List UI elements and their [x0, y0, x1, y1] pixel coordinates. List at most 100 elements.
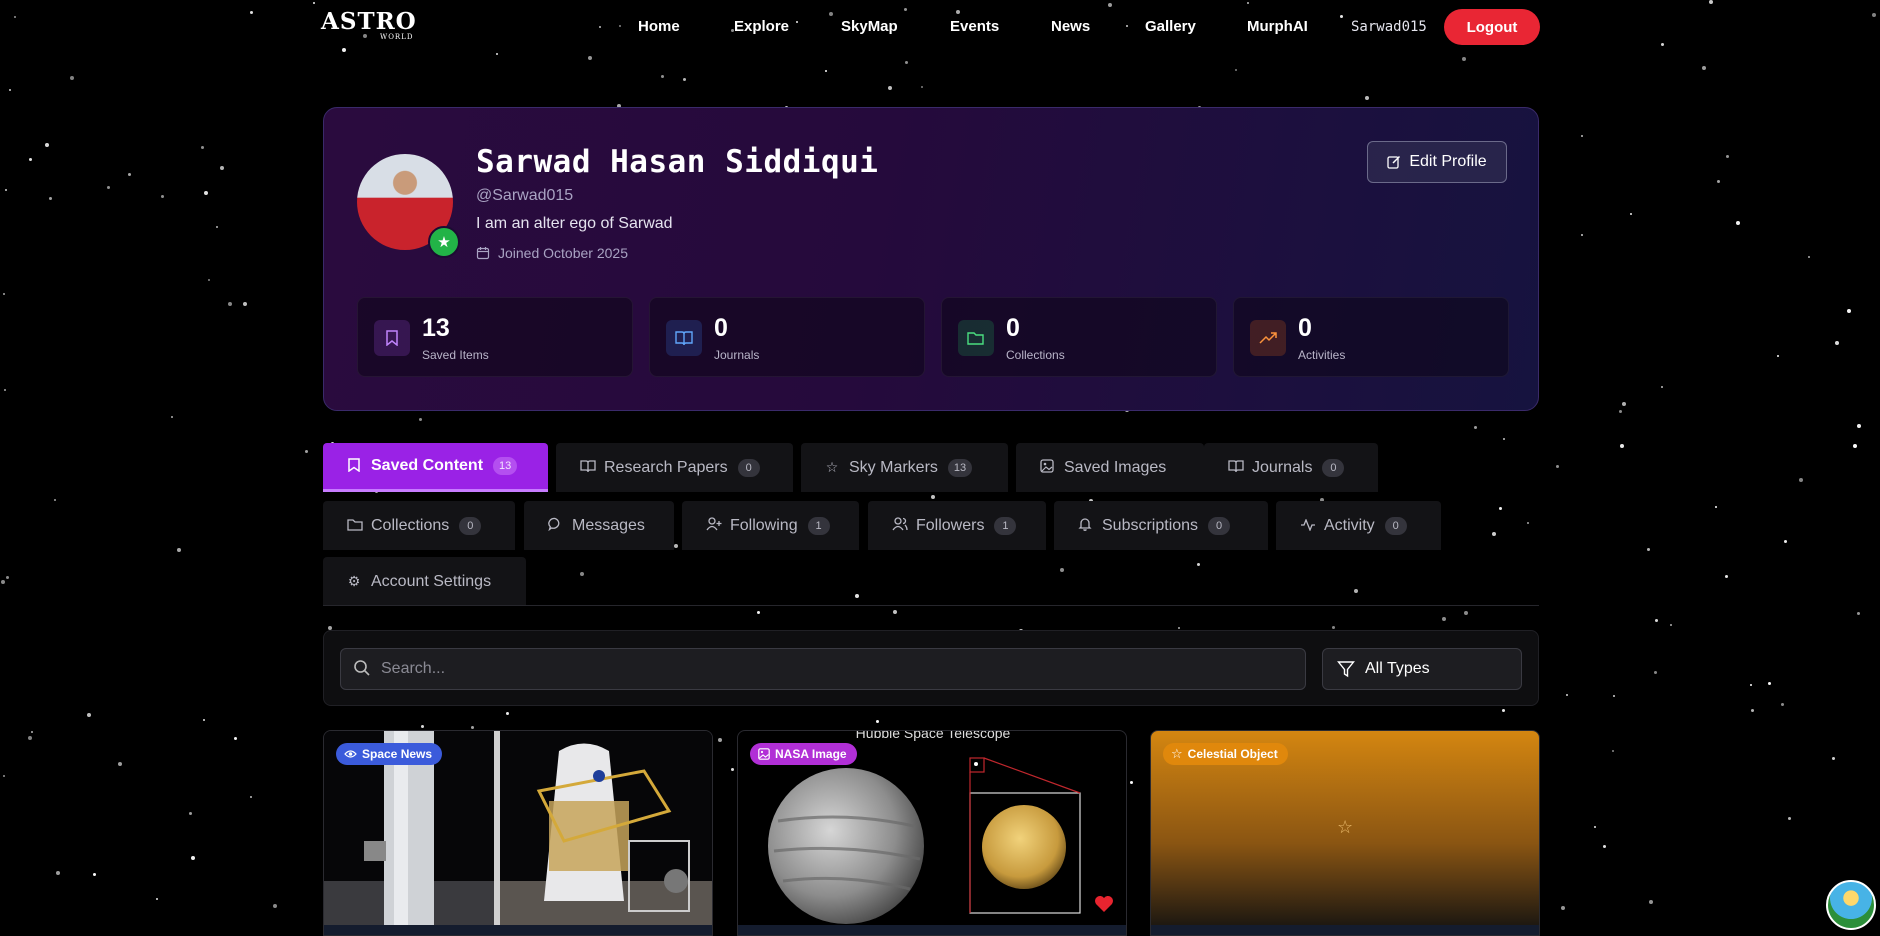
star-dot [1857, 612, 1860, 615]
tab-label: Research Papers [604, 458, 728, 476]
star-dot [31, 731, 33, 733]
chat-assistant-button[interactable] [1826, 880, 1876, 930]
star-dot [1751, 709, 1754, 712]
users-icon [892, 517, 908, 534]
search-input[interactable] [381, 649, 1281, 689]
star-dot [1726, 155, 1729, 158]
top-navbar: ASTRO WORLD Home Explore SkyMap Events N… [0, 0, 1880, 54]
nav-link-skymap[interactable]: SkyMap [841, 18, 898, 35]
nav-link-explore[interactable]: Explore [734, 18, 789, 35]
tab-subscriptions[interactable]: Subscriptions 0 [1054, 501, 1268, 550]
tab-label: Activity [1324, 516, 1375, 534]
star-dot [905, 61, 908, 64]
star-dot [1060, 568, 1064, 572]
saved-card-celestial-object[interactable]: ☆ Celestial Object ☆ [1150, 730, 1540, 936]
stat-activities[interactable]: 0 Activities [1233, 297, 1509, 377]
bell-icon [1078, 517, 1092, 534]
tab-account-settings[interactable]: ⚙ Account Settings [323, 557, 526, 606]
star-dot [9, 89, 11, 91]
nav-link-gallery[interactable]: Gallery [1145, 18, 1196, 35]
star-dot [128, 173, 131, 176]
heart-icon[interactable] [1093, 893, 1115, 915]
star-dot [757, 611, 760, 614]
joined-text: Joined October 2025 [498, 245, 628, 261]
nav-link-news[interactable]: News [1051, 18, 1090, 35]
star-dot [1661, 386, 1663, 388]
star-dot [506, 712, 509, 715]
search-box[interactable] [340, 648, 1306, 690]
star-dot [1603, 845, 1606, 848]
tab-count: 1 [807, 516, 830, 535]
star-dot [1654, 671, 1657, 674]
card-badge-label: NASA Image [775, 747, 847, 761]
star-dot [1556, 465, 1559, 468]
star-dot [1717, 180, 1720, 183]
tab-sky-markers[interactable]: ☆ Sky Markers 13 [801, 443, 1008, 492]
star-dot [49, 197, 52, 200]
tab-collections[interactable]: Collections 0 [323, 501, 515, 550]
nav-link-events[interactable]: Events [950, 18, 999, 35]
stat-value: 13 [422, 314, 450, 342]
star-dot [1464, 611, 1468, 615]
profile-card: ★ Sarwad Hasan Siddiqui @Sarwad015 I am … [323, 107, 1539, 411]
tab-messages[interactable]: Messages [524, 501, 674, 550]
star-dot [1647, 548, 1650, 551]
star-dot [204, 191, 208, 195]
star-dot [1736, 221, 1740, 225]
tab-activity[interactable]: Activity 0 [1276, 501, 1441, 550]
edit-profile-button[interactable]: Edit Profile [1367, 141, 1507, 183]
star-dot [1670, 624, 1672, 626]
tab-journals[interactable]: Journals 0 [1204, 443, 1378, 492]
star-dot [191, 856, 195, 860]
star-icon: ☆ [825, 459, 839, 475]
star-dot [1442, 617, 1446, 621]
nav-link-home[interactable]: Home [638, 18, 680, 35]
star-dot [87, 713, 91, 717]
logout-button[interactable]: Logout [1444, 9, 1540, 45]
star-dot [921, 86, 923, 88]
star-dot [1784, 540, 1787, 543]
joined-date: Joined October 2025 [476, 245, 628, 261]
star-dot [471, 726, 474, 729]
star-dot [6, 576, 9, 579]
nav-username[interactable]: Sarwad015 [1351, 19, 1427, 35]
star-dot [3, 293, 5, 295]
star-dot [588, 56, 592, 60]
tab-saved-images[interactable]: Saved Images [1016, 443, 1204, 492]
tab-count: 0 [459, 516, 482, 535]
card-caption: Hubble Space Telescope [855, 730, 1011, 741]
star-dot [1835, 341, 1839, 345]
profile-name: Sarwad Hasan Siddiqui [476, 144, 879, 180]
saved-card-space-news[interactable]: Space News [323, 730, 713, 936]
star-dot [228, 302, 232, 306]
stat-label: Saved Items [422, 348, 489, 362]
saved-card-nasa-image[interactable]: Hubble Space Telescope NASA Image [737, 730, 1127, 936]
tab-following[interactable]: Following 1 [682, 501, 859, 550]
stat-saved-items[interactable]: 13 Saved Items [357, 297, 633, 377]
nav-link-murphai[interactable]: MurphAI [1247, 18, 1308, 35]
star-dot [1130, 781, 1133, 784]
star-dot [208, 279, 210, 281]
star-dot [1655, 619, 1658, 622]
star-dot [1581, 234, 1583, 236]
star-dot [1462, 57, 1466, 61]
star-dot [1781, 703, 1784, 706]
star-dot [250, 796, 252, 798]
site-logo[interactable]: ASTRO WORLD [321, 10, 417, 42]
tab-saved-content[interactable]: Saved Content 13 [323, 443, 548, 492]
star-dot [1715, 506, 1717, 508]
activity-icon [1300, 517, 1315, 534]
star-dot [1197, 563, 1200, 566]
stat-journals[interactable]: 0 Journals [649, 297, 925, 377]
tab-research-papers[interactable]: Research Papers 0 [556, 443, 793, 492]
tab-followers[interactable]: Followers 1 [868, 501, 1046, 550]
tab-label: Journals [1252, 458, 1313, 476]
tab-count: 0 [1384, 516, 1407, 535]
star-dot [825, 70, 827, 72]
stat-collections[interactable]: 0 Collections [941, 297, 1217, 377]
star-dot [201, 146, 204, 149]
type-filter-select[interactable]: All Types [1322, 648, 1522, 690]
star-dot [888, 86, 892, 90]
folder-icon [347, 518, 363, 534]
folder-icon [958, 320, 994, 356]
